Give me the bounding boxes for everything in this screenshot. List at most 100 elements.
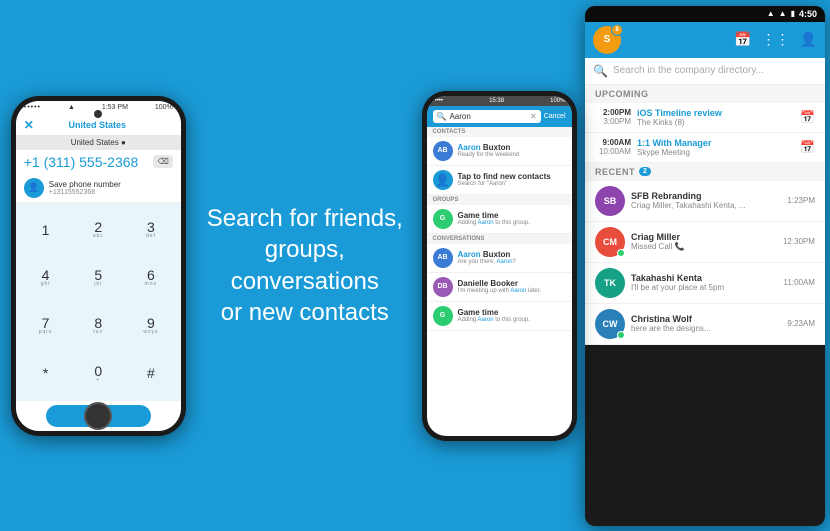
dial-key-6[interactable]: 6mno: [125, 254, 177, 301]
contact-takahashi[interactable]: TK Takahashi Kenta I'll be at your place…: [585, 263, 825, 304]
group-game-time[interactable]: G Game time Adding Aaron to this group.: [427, 205, 572, 234]
phone3-statusbar: ▲ ▲ ▮ 4:50: [585, 6, 825, 22]
avatar-initial: S: [604, 34, 611, 45]
event-title-1: iOS Timeline review: [637, 108, 794, 118]
phone3-device: ▲ ▲ ▮ 4:50 S 8 📅 ⋮⋮ 👤 🔍 Search in the co…: [585, 6, 825, 526]
calendar-icon-event-2: 📅: [800, 140, 815, 154]
contact-info: Aaron Buxton Ready for the weekend: [458, 143, 566, 158]
close-button[interactable]: ✕: [24, 118, 34, 132]
battery-icon-3: ▮: [791, 9, 795, 18]
phone2-search: ••••• 15:38 100% 🔍 Aaron ✕ Cancel Contac…: [413, 0, 585, 531]
signal-dots: •••••: [24, 104, 41, 111]
contact-sfb[interactable]: SB SFB Rebranding Criag Miller, Takahash…: [585, 181, 825, 222]
status-time-3: 4:50: [799, 9, 817, 19]
backspace-button[interactable]: ⌫: [153, 155, 172, 168]
signal-dots-2: •••••: [433, 98, 444, 104]
grid-icon[interactable]: ⋮⋮: [762, 31, 790, 48]
criag-sub: Missed Call 📞: [631, 242, 777, 251]
directory-search[interactable]: 🔍 Search in the company directory...: [585, 58, 825, 85]
conv-danielle-booker[interactable]: DB Danielle Booker I'm meeting up with A…: [427, 273, 572, 302]
phone2-screen: ••••• 15:38 100% 🔍 Aaron ✕ Cancel Contac…: [427, 96, 572, 436]
avatar-conv-aaron: AB: [433, 248, 453, 268]
avatar-game: G: [433, 209, 453, 229]
calendar-icon-event-1: 📅: [800, 110, 815, 124]
avatar-danielle: DB: [433, 277, 453, 297]
upcoming-label: UPCOMING: [595, 89, 649, 99]
contact-criag[interactable]: CM Criag Miller Missed Call 📞 12:30PM: [585, 222, 825, 263]
avatar-sfb: SB: [595, 186, 625, 216]
dial-key-4[interactable]: 4ghi: [20, 254, 72, 301]
dialer-title: United States: [69, 120, 127, 130]
criag-info: Criag Miller Missed Call 📞: [631, 232, 777, 251]
groups-section-header: Groups: [427, 195, 572, 205]
dial-key-hash[interactable]: #: [125, 350, 177, 397]
search-icon-3: 🔍: [593, 64, 608, 78]
takahashi-time: 11:00AM: [784, 278, 815, 287]
christina-time: 9:23AM: [787, 319, 815, 328]
search-icon: 🔍: [437, 112, 447, 121]
contacts-icon[interactable]: 👤: [800, 31, 817, 48]
dial-key-3[interactable]: 3def: [125, 207, 177, 254]
wifi-icon: ▲: [68, 104, 75, 111]
search-placeholder: Search in the company directory...: [613, 65, 817, 76]
home-button[interactable]: [84, 402, 112, 430]
conv-danielle-sub: I'm meeting up with Aaron later.: [458, 288, 566, 294]
calendar-icon[interactable]: 📅: [734, 31, 751, 48]
group-sub: Adding Aaron to this group.: [458, 220, 566, 226]
save-label: Save phone number: [49, 180, 121, 189]
contact-christina[interactable]: CW Christina Wolf here are the designs..…: [585, 304, 825, 345]
dial-key-5[interactable]: 5jkl: [72, 254, 124, 301]
event-time-2: 9:00AM 10:00AM: [595, 138, 631, 156]
dial-key-1[interactable]: 1: [20, 207, 72, 254]
christina-info: Christina Wolf here are the designs...: [631, 314, 781, 333]
avatar-conv-game: G: [433, 306, 453, 326]
phone1-screen: ••••• ▲ 1:53 PM 100% ✕ United States Uni…: [16, 101, 181, 431]
user-avatar[interactable]: S 8: [593, 26, 621, 54]
dial-key-0[interactable]: 0+: [72, 350, 124, 397]
online-indicator-cw: [617, 331, 625, 339]
conv-game-info: Game time Adding Aaron to this group.: [458, 308, 566, 323]
christina-sub: here are the designs...: [631, 324, 781, 333]
battery-status: 100%: [155, 104, 173, 111]
conv-game-name: Game time: [458, 308, 566, 317]
event-time-1: 2:00PM 3:00PM: [595, 108, 631, 126]
dial-key-8[interactable]: 8tuv: [72, 302, 124, 349]
event-end-2: 10:00AM: [599, 147, 631, 156]
criag-time: 12:30PM: [783, 237, 815, 246]
search-input-box[interactable]: 🔍 Aaron ✕: [433, 110, 541, 123]
group-info: Game time Adding Aaron to this group.: [458, 211, 566, 226]
dial-key-7[interactable]: 7pqrs: [20, 302, 72, 349]
dial-key-2[interactable]: 2abc: [72, 207, 124, 254]
conv-aaron-buxton[interactable]: AB Aaron Buxton Are you there, Aaron?: [427, 244, 572, 273]
wifi-icon-3: ▲: [767, 9, 775, 18]
recent-label: RECENT: [595, 167, 635, 177]
dial-key-9[interactable]: 9wxyz: [125, 302, 177, 349]
christina-name: Christina Wolf: [631, 314, 781, 324]
promo-text: Search for friends, groups, conversation…: [197, 183, 414, 348]
upcoming-section: UPCOMING: [585, 85, 825, 103]
clear-search-button[interactable]: ✕: [530, 112, 537, 121]
dial-key-star[interactable]: *: [20, 350, 72, 397]
event-sub-1: The Kinks (8): [637, 118, 794, 127]
phone1-camera: [94, 110, 102, 118]
notification-badge: 8: [611, 24, 623, 36]
status-time-2: 15:38: [489, 98, 504, 104]
event-sub-2: Skype Meeting: [637, 148, 794, 157]
find-new-contacts[interactable]: 👤 Tap to find new contacts Search for "A…: [427, 166, 572, 195]
cancel-button[interactable]: Cancel: [544, 113, 566, 120]
event-ios-review[interactable]: 2:00PM 3:00PM iOS Timeline review The Ki…: [585, 103, 825, 133]
number-display: +1 (311) 555-2368 ⌫: [16, 150, 181, 174]
country-selector[interactable]: United States ●: [16, 135, 181, 150]
battery-2: 100%: [550, 98, 565, 104]
avatar-christina: CW: [595, 309, 625, 339]
group-name: Game time: [458, 211, 566, 220]
conv-game-time[interactable]: G Game time Adding Aaron to this group.: [427, 302, 572, 331]
phone3-skype: ▲ ▲ ▮ 4:50 S 8 📅 ⋮⋮ 👤 🔍 Search in the co…: [585, 0, 830, 531]
save-number-row[interactable]: 👤 Save phone number +13115552368: [16, 174, 181, 203]
event-1on1[interactable]: 9:00AM 10:00AM 1:1 With Manager Skype Me…: [585, 133, 825, 163]
contact-aaron-buxton[interactable]: AB Aaron Buxton Ready for the weekend: [427, 137, 572, 166]
event-title-2: 1:1 With Manager: [637, 138, 794, 148]
sfb-sub: Criag Miller, Takahashi Kenta, ...: [631, 201, 781, 210]
save-number: +13115552368: [49, 189, 121, 196]
signal-icon-3: ▲: [779, 9, 787, 18]
